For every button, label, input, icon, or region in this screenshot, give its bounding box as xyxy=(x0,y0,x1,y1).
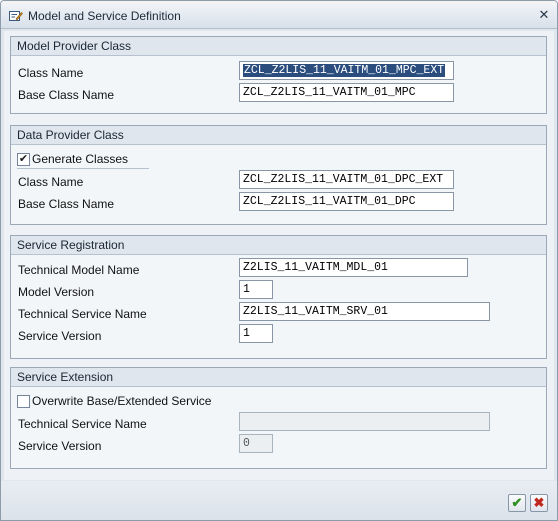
dpc-base-class-label: Base Class Name xyxy=(18,197,115,211)
cancel-icon: ✖ xyxy=(533,495,545,510)
overwrite-service-label[interactable]: Overwrite Base/Extended Service xyxy=(32,394,211,408)
mpc-base-class-field[interactable]: ZCL_Z2LIS_11_VAITM_01_MPC xyxy=(239,83,454,102)
edit-window-icon xyxy=(9,11,23,21)
service-version-field[interactable]: 1 xyxy=(239,324,273,343)
generate-classes-checkbox[interactable]: ✔ xyxy=(17,153,30,166)
service-registration-group: Service Registration Technical Model Nam… xyxy=(10,235,547,359)
model-version-label: Model Version xyxy=(18,285,95,299)
dialog-content: Model Provider Class Class Name ZCL_Z2LI… xyxy=(4,31,554,480)
overwrite-service-checkbox[interactable] xyxy=(17,395,30,408)
model-version-field[interactable]: 1 xyxy=(239,280,273,299)
tech-service-name-label: Technical Service Name xyxy=(18,307,147,321)
model-provider-group: Model Provider Class Class Name ZCL_Z2LI… xyxy=(10,36,547,114)
ext-tech-service-name-field xyxy=(239,412,490,431)
tech-model-name-field[interactable]: Z2LIS_11_VAITM_MDL_01 xyxy=(239,258,468,277)
dialog-footer xyxy=(1,481,557,520)
mpc-class-name-label: Class Name xyxy=(18,66,84,80)
mpc-base-class-label: Base Class Name xyxy=(18,88,115,102)
service-registration-header: Service Registration xyxy=(11,236,546,255)
dpc-base-class-field[interactable]: ZCL_Z2LIS_11_VAITM_01_DPC xyxy=(239,192,454,211)
mpc-class-name-field[interactable]: ZCL_Z2LIS_11_VAITM_01_MPC_EXT xyxy=(239,61,454,80)
ext-service-version-field: 0 xyxy=(239,434,273,453)
cancel-button[interactable]: ✖ xyxy=(530,494,548,512)
mpc-class-name-value: ZCL_Z2LIS_11_VAITM_01_MPC_EXT xyxy=(243,64,446,77)
tech-model-name-label: Technical Model Name xyxy=(18,263,140,277)
service-extension-header: Service Extension xyxy=(11,368,546,387)
data-provider-header: Data Provider Class xyxy=(11,126,546,145)
service-extension-group: Service Extension Overwrite Base/Extende… xyxy=(10,367,547,469)
close-button[interactable]: ✕ xyxy=(536,7,552,23)
checkmark-icon: ✔ xyxy=(511,495,523,510)
title-bar[interactable]: Model and Service Definition ✕ xyxy=(1,4,557,29)
dpc-class-name-field[interactable]: ZCL_Z2LIS_11_VAITM_01_DPC_EXT xyxy=(239,170,454,189)
checkmark-icon: ✔ xyxy=(18,153,29,165)
data-provider-group: Data Provider Class ✔ Generate Classes C… xyxy=(10,125,547,225)
model-service-dialog: Model and Service Definition ✕ Model Pro… xyxy=(0,0,558,521)
checkbox-divider xyxy=(17,168,149,169)
dpc-class-name-label: Class Name xyxy=(18,175,84,189)
tech-service-name-field[interactable]: Z2LIS_11_VAITM_SRV_01 xyxy=(239,302,490,321)
dialog-title: Model and Service Definition xyxy=(28,9,181,23)
service-version-label: Service Version xyxy=(18,329,102,343)
model-provider-header: Model Provider Class xyxy=(11,37,546,56)
generate-classes-label[interactable]: Generate Classes xyxy=(32,152,128,166)
ok-button[interactable]: ✔ xyxy=(508,494,526,512)
ext-tech-service-name-label: Technical Service Name xyxy=(18,417,147,431)
ext-service-version-label: Service Version xyxy=(18,439,102,453)
